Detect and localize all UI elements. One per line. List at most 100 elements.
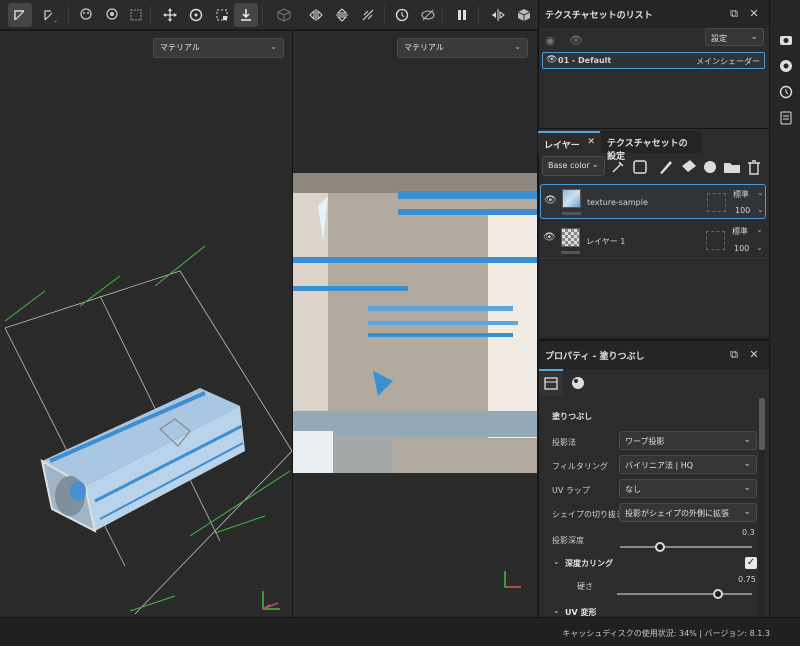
close-icon[interactable]: ✕ (747, 7, 761, 20)
magic-wand-icon (612, 161, 624, 173)
mask-icon[interactable] (74, 3, 98, 27)
tab-layers[interactable]: レイヤー ✕ (538, 131, 600, 153)
tab-layers-label: レイヤー (544, 141, 580, 151)
fill-bucket-icon (682, 160, 696, 172)
mirror-y-icon[interactable] (330, 3, 354, 27)
layer-mask-slot[interactable] (707, 193, 726, 212)
view-cube-icon[interactable] (512, 3, 536, 27)
projection-select[interactable]: ワープ投影 ⌄ (619, 431, 757, 450)
settings-label: 設定 (711, 34, 727, 43)
channel-select-label: Base color (548, 161, 590, 170)
chevron-down-icon[interactable]: ⌄ (757, 205, 764, 214)
projection-depth-slider-handle[interactable] (654, 542, 665, 552)
history-icon[interactable] (390, 3, 414, 27)
chevron-down-icon[interactable]: ⌄ (757, 188, 764, 197)
chevron-down-icon: ⌄ (743, 435, 751, 445)
uv-wrap-label: UV ラップ (552, 486, 590, 495)
layer-mask-indicator (561, 251, 580, 254)
toolbar-separator (262, 6, 263, 24)
close-icon[interactable]: ✕ (587, 137, 595, 147)
layer-item-texture-sample[interactable]: 👁 texture-sample 標準 ⌄ 100 ⌄ (540, 184, 766, 219)
eye-icon[interactable]: 👁 (546, 55, 557, 65)
mirror-x-icon[interactable] (304, 3, 328, 27)
filtering-select[interactable]: バイリニア法 | HQ ⌄ (619, 455, 757, 474)
layer-opacity[interactable]: 100 (734, 244, 749, 253)
chevron-down-icon: ⌄ (750, 32, 758, 42)
layout-split-icon[interactable] (486, 3, 510, 27)
eye-icon[interactable]: 👁 (569, 34, 583, 47)
maximize-icon[interactable]: ⧉ (727, 7, 741, 21)
camera-icon[interactable] (777, 31, 794, 48)
viewport-3d[interactable]: マテリアル ⌄ (0, 31, 292, 617)
chevron-down-icon[interactable]: ⌄ (553, 557, 560, 566)
shape-crop-select[interactable]: 投影がシェイプの外側に拡張 ⌄ (619, 503, 757, 522)
layer-mask-indicator (562, 212, 581, 215)
layer-thumbnail (562, 189, 581, 208)
cube-icon[interactable] (272, 3, 296, 27)
viewport-2d[interactable]: マテリアル ⌄ (293, 31, 537, 617)
log-icon[interactable] (777, 109, 794, 126)
eye-icon[interactable]: 👁 (544, 195, 557, 206)
layer-blend-mode[interactable]: 標準 (733, 189, 749, 200)
transform-options-icon[interactable]: ⌄ (38, 3, 62, 27)
maximize-icon[interactable]: ⧉ (727, 348, 741, 362)
transform-icon[interactable] (8, 3, 32, 27)
axis-gizmo-2d (504, 571, 521, 588)
settings-dropdown[interactable]: 設定 ⌄ (705, 28, 764, 46)
projection-depth-slider[interactable] (620, 546, 752, 548)
shape-crop-value: 投影がシェイプの外側に拡張 (625, 509, 729, 518)
texture-set-shader: メインシェーダー (696, 57, 760, 66)
channel-select[interactable]: Base color ⌄ (542, 156, 605, 176)
projection-depth-label: 投影深度 (552, 536, 584, 545)
layer-name: texture-sample (587, 198, 648, 207)
eye-icon[interactable]: 👁 (543, 232, 556, 243)
uv-wrap-select[interactable]: なし ⌄ (619, 479, 757, 498)
chevron-down-icon[interactable]: ⌄ (756, 225, 763, 234)
projection-depth-value: 0.3 (742, 528, 755, 537)
camera-fit-icon[interactable] (124, 3, 148, 27)
texture-set-item[interactable]: 👁 01 - Default メインシェーダー (542, 52, 765, 69)
rotate-icon[interactable] (184, 3, 208, 27)
layer-blend-mode[interactable]: 標準 (732, 226, 748, 237)
close-icon[interactable]: ✕ (747, 348, 761, 361)
hardness-slider[interactable] (617, 593, 752, 595)
visibility-link-icon[interactable]: ◉ (543, 34, 557, 47)
chevron-down-icon[interactable]: ⌄ (553, 606, 560, 615)
layer-actions (612, 160, 760, 175)
chevron-down-icon: ⌄ (743, 507, 751, 517)
hardness-label: 硬さ (577, 582, 593, 591)
toolbar-separator (150, 6, 151, 24)
properties-scrollbar[interactable] (759, 398, 765, 618)
filtering-label: フィルタリング (552, 462, 608, 471)
layer-mask-slot[interactable] (706, 231, 725, 250)
pause-icon[interactable] (450, 3, 474, 27)
status-bar: キャッシュディスクの使用状況: 34% | バージョン: 8.1.3 (0, 617, 800, 646)
shader-settings-icon[interactable] (777, 57, 794, 74)
tab-fill-properties[interactable] (539, 369, 563, 396)
depth-culling-checkbox[interactable]: ✓ (745, 557, 757, 569)
tab-material-properties[interactable] (566, 371, 590, 395)
material-ball-icon (572, 377, 584, 389)
effect-icon (633, 160, 647, 174)
hardness-value: 0.75 (738, 575, 756, 584)
toolbar-separator (384, 6, 385, 24)
toolbar-separator (68, 6, 69, 24)
mask-options-icon[interactable] (100, 3, 124, 27)
uv-transform-header[interactable]: UV 変形 (565, 607, 596, 616)
projection-value: ワープ投影 (625, 437, 665, 446)
history-icon[interactable] (777, 83, 794, 100)
toolbar-separator (478, 6, 479, 24)
layer-opacity[interactable]: 100 (735, 206, 750, 215)
move-icon[interactable] (158, 3, 182, 27)
status-text: キャッシュディスクの使用状況: 34% | バージョン: 8.1.3 (562, 629, 770, 638)
tab-texture-set-settings[interactable]: テクスチャセットの設定 (601, 131, 701, 162)
properties-scrollbar-thumb[interactable] (759, 398, 765, 450)
symmetry-icon[interactable] (356, 3, 380, 27)
layer-item-layer-1[interactable]: 👁 レイヤー 1 標準 ⌄ 100 ⌄ (540, 222, 766, 257)
frame-icon[interactable] (210, 3, 234, 27)
projection-label: 投影法 (552, 438, 576, 447)
chevron-down-icon[interactable]: ⌄ (756, 243, 763, 252)
eye-off-icon[interactable] (416, 3, 440, 27)
bake-icon[interactable] (234, 3, 258, 27)
folder-icon (724, 163, 740, 173)
